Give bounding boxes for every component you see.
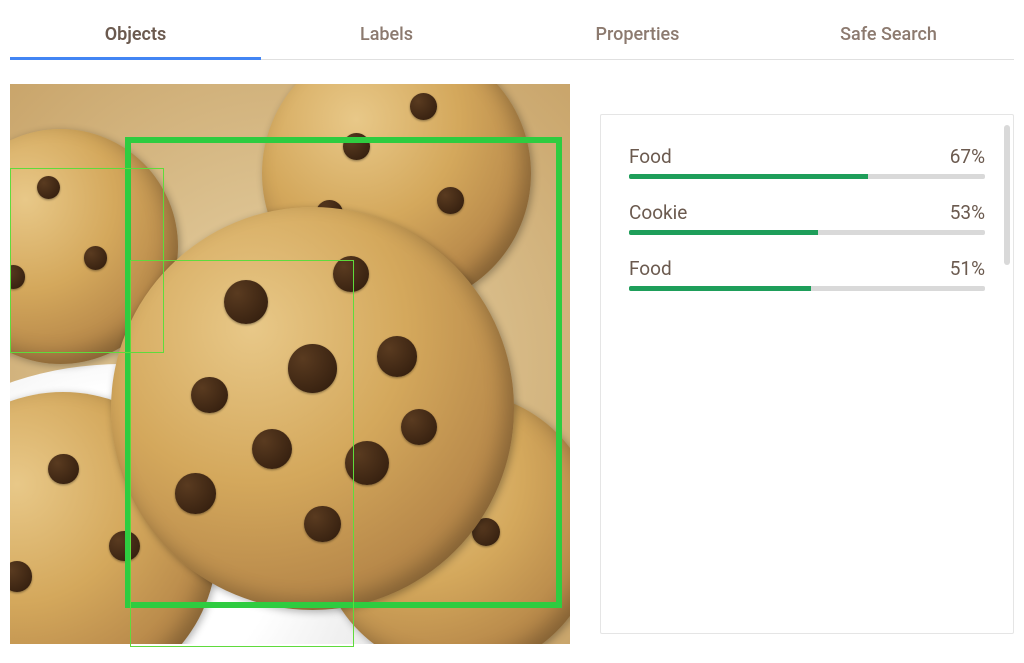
content-area: Food 67% Cookie 53% Food 51% <box>10 84 1014 644</box>
result-row: Food 67% <box>629 145 985 168</box>
result-label: Cookie <box>629 201 687 224</box>
result-percent: 53% <box>950 201 985 224</box>
results-panel: Food 67% Cookie 53% Food 51% <box>600 114 1014 634</box>
tab-labels[interactable]: Labels <box>261 10 512 59</box>
result-bar-fill <box>629 230 818 235</box>
result-row: Cookie 53% <box>629 201 985 224</box>
result-row: Food 51% <box>629 257 985 280</box>
result-bar <box>629 230 985 235</box>
result-bar <box>629 174 985 179</box>
results-list: Food 67% Cookie 53% Food 51% <box>629 145 985 291</box>
result-bar <box>629 286 985 291</box>
uploaded-image <box>10 84 570 644</box>
tab-safe-search[interactable]: Safe Search <box>763 10 1014 59</box>
tab-objects[interactable]: Objects <box>10 10 261 59</box>
result-label: Food <box>629 145 672 168</box>
result-bar-fill <box>629 286 811 291</box>
tab-properties[interactable]: Properties <box>512 10 763 59</box>
scrollbar[interactable] <box>1004 125 1010 265</box>
result-bar-fill <box>629 174 868 179</box>
result-percent: 67% <box>950 145 985 168</box>
image-preview-panel <box>10 84 570 644</box>
result-percent: 51% <box>950 257 985 280</box>
tab-bar: Objects Labels Properties Safe Search <box>10 10 1014 60</box>
result-label: Food <box>629 257 672 280</box>
